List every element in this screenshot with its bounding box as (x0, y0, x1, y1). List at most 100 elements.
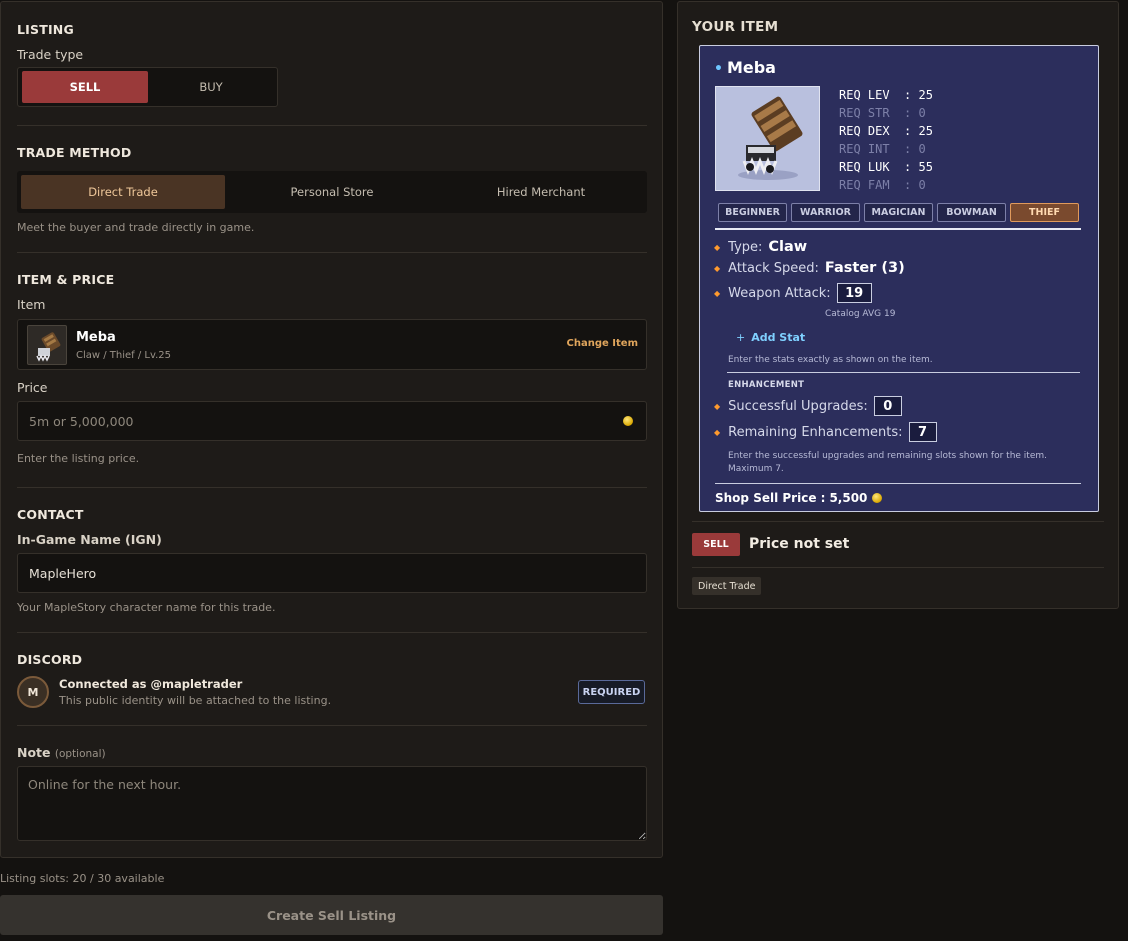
req-fam: REQ FAM : 0 (839, 178, 926, 192)
stat-speed-value: Faster (3) (824, 260, 905, 276)
req-lev: REQ LEV : 25 (839, 88, 933, 102)
discord-avatar: M (17, 676, 49, 708)
job-bowman: BOWMAN (937, 203, 1006, 222)
stats-hint: Enter the stats exactly as shown on the … (728, 355, 933, 365)
trade-method-personal-store[interactable]: Personal Store (230, 175, 434, 209)
meso-coin-icon (623, 416, 633, 426)
item-label: Item (17, 297, 46, 312)
tooltip-divider (727, 372, 1080, 373)
requirements-list: REQ LEV : 25 REQ STR : 0 REQ DEX : 25 RE… (839, 86, 933, 194)
discord-section-title: DISCORD (17, 652, 83, 667)
shop-sell-value: 5,500 (829, 491, 868, 505)
add-stat-button[interactable]: + Add Stat (736, 331, 805, 344)
req-str: REQ STR : 0 (839, 106, 926, 120)
trade-method-direct-trade[interactable]: Direct Trade (21, 175, 225, 209)
stat-type: ◆ Type: Claw (714, 239, 807, 255)
job-magician: MAGICIAN (864, 203, 933, 222)
price-label: Price (17, 380, 48, 395)
price-status: Price not set (749, 536, 850, 552)
stat-type-label: Type: (728, 239, 763, 255)
meso-coin-icon (872, 493, 883, 503)
tooltip-item-name: • Meba (714, 58, 776, 77)
listing-slots-text: Listing slots: 20 / 30 available (0, 872, 165, 885)
add-stat-label: Add Stat (751, 331, 806, 344)
remaining-input[interactable]: 7 (908, 422, 937, 442)
job-thief: THIEF (1010, 203, 1079, 222)
item-thumbnail (27, 325, 67, 365)
tooltip-item-name-text: Meba (726, 58, 776, 77)
trade-method-tag: Direct Trade (692, 577, 762, 595)
listing-section-title: LISTING (17, 22, 74, 37)
trade-type-sell-button[interactable]: SELL (22, 71, 148, 103)
trade-type-toggle: SELL BUY (17, 67, 278, 107)
stat-successful-upgrades: ◆ Successful Upgrades: 0 (714, 396, 902, 416)
weapon-attack-input[interactable]: 19 (836, 283, 872, 303)
divider (692, 521, 1104, 522)
item-name: Meba (76, 330, 116, 345)
job-warrior: WARRIOR (791, 203, 860, 222)
divider (17, 725, 647, 726)
trade-method-selector: Direct Trade Personal Store Hired Mercha… (17, 171, 647, 213)
trade-type-buy-button[interactable]: BUY (148, 71, 274, 103)
upgrades-input[interactable]: 0 (873, 396, 902, 416)
catalog-average: Catalog AVG 19 (825, 309, 896, 319)
price-hint: Enter the listing price. (17, 452, 140, 465)
trade-method-hired-merchant[interactable]: Hired Merchant (439, 175, 643, 209)
note-label: Note (optional) (17, 745, 106, 760)
divider (692, 567, 1104, 568)
enhancement-hint: Enter the successful upgrades and remain… (728, 450, 1047, 476)
job-beginner: BEGINNER (718, 203, 787, 222)
tooltip-item-image (715, 86, 820, 191)
item-preview-panel: YOUR ITEM • Meba REQ LEV : 25 REQ STR: … (677, 1, 1119, 609)
contact-section-title: CONTACT (17, 507, 84, 522)
listing-form-panel: LISTING Trade type SELL BUY TRADE METHOD… (0, 1, 663, 858)
stat-attack-speed: ◆ Attack Speed: Faster (3) (714, 260, 905, 276)
req-dex: REQ DEX : 25 (839, 124, 933, 138)
preview-title: YOUR ITEM (692, 19, 779, 35)
sell-badge: SELL (692, 533, 740, 556)
divider (17, 125, 647, 126)
note-optional-text: (optional) (54, 748, 106, 760)
ign-label: In-Game Name (IGN) (17, 532, 162, 547)
divider (17, 632, 647, 633)
ign-input[interactable] (17, 553, 647, 593)
remaining-label: Remaining Enhancements: (728, 424, 903, 440)
note-label-text: Note (17, 745, 51, 760)
discord-identity-hint: This public identity will be attached to… (59, 694, 332, 707)
tooltip-divider (715, 228, 1081, 230)
diamond-bullet-icon: ◆ (714, 401, 721, 411)
stat-type-value: Claw (768, 239, 808, 255)
item-price-section-title: ITEM & PRICE (17, 272, 115, 287)
trade-method-hint: Meet the buyer and trade directly in gam… (17, 221, 255, 234)
stat-weapon-attack: ◆ Weapon Attack: 19 (714, 283, 872, 303)
discord-connected-text: Connected as @mapletrader (59, 677, 243, 691)
ign-hint: Your MapleStory character name for this … (17, 601, 276, 614)
change-item-button[interactable]: Change Item (567, 338, 638, 349)
required-badge: REQUIRED (578, 680, 645, 704)
enhancement-hint-line-2: Maximum 7. (728, 464, 784, 474)
diamond-bullet-icon: ◆ (714, 242, 721, 252)
selected-item-card: Meba Claw / Thief / Lv.25 Change Item (17, 319, 647, 370)
diamond-bullet-icon: ◆ (714, 263, 721, 273)
stat-remaining-enhancements: ◆ Remaining Enhancements: 7 (714, 422, 937, 442)
divider (17, 487, 647, 488)
upgrades-label: Successful Upgrades: (728, 398, 868, 414)
stat-speed-label: Attack Speed: (728, 260, 819, 276)
item-subtitle: Claw / Thief / Lv.25 (76, 350, 172, 361)
stat-weapon-attack-label: Weapon Attack: (728, 285, 831, 301)
item-tooltip: • Meba REQ LEV : 25 REQ STR : 0 REQ DEX … (699, 45, 1099, 512)
shop-sell-label: Shop Sell Price : (715, 491, 826, 505)
create-listing-button[interactable]: Create Sell Listing (0, 895, 663, 935)
diamond-bullet-icon: ◆ (714, 288, 721, 298)
note-textarea[interactable] (17, 766, 647, 841)
enhancement-hint-line-1: Enter the successful upgrades and remain… (728, 451, 1047, 461)
enhancement-title: ENHANCEMENT (728, 380, 805, 390)
job-list: BEGINNER WARRIOR MAGICIAN BOWMAN THIEF (718, 203, 1079, 222)
trade-method-section-title: TRADE METHOD (17, 145, 132, 160)
price-input[interactable] (17, 401, 647, 441)
req-luk: REQ LUK : 55 (839, 160, 933, 174)
bullet-icon: • (714, 61, 723, 77)
tooltip-divider (715, 483, 1081, 484)
shop-sell-price: Shop Sell Price : 5,500 (715, 491, 883, 505)
diamond-bullet-icon: ◆ (714, 427, 721, 437)
